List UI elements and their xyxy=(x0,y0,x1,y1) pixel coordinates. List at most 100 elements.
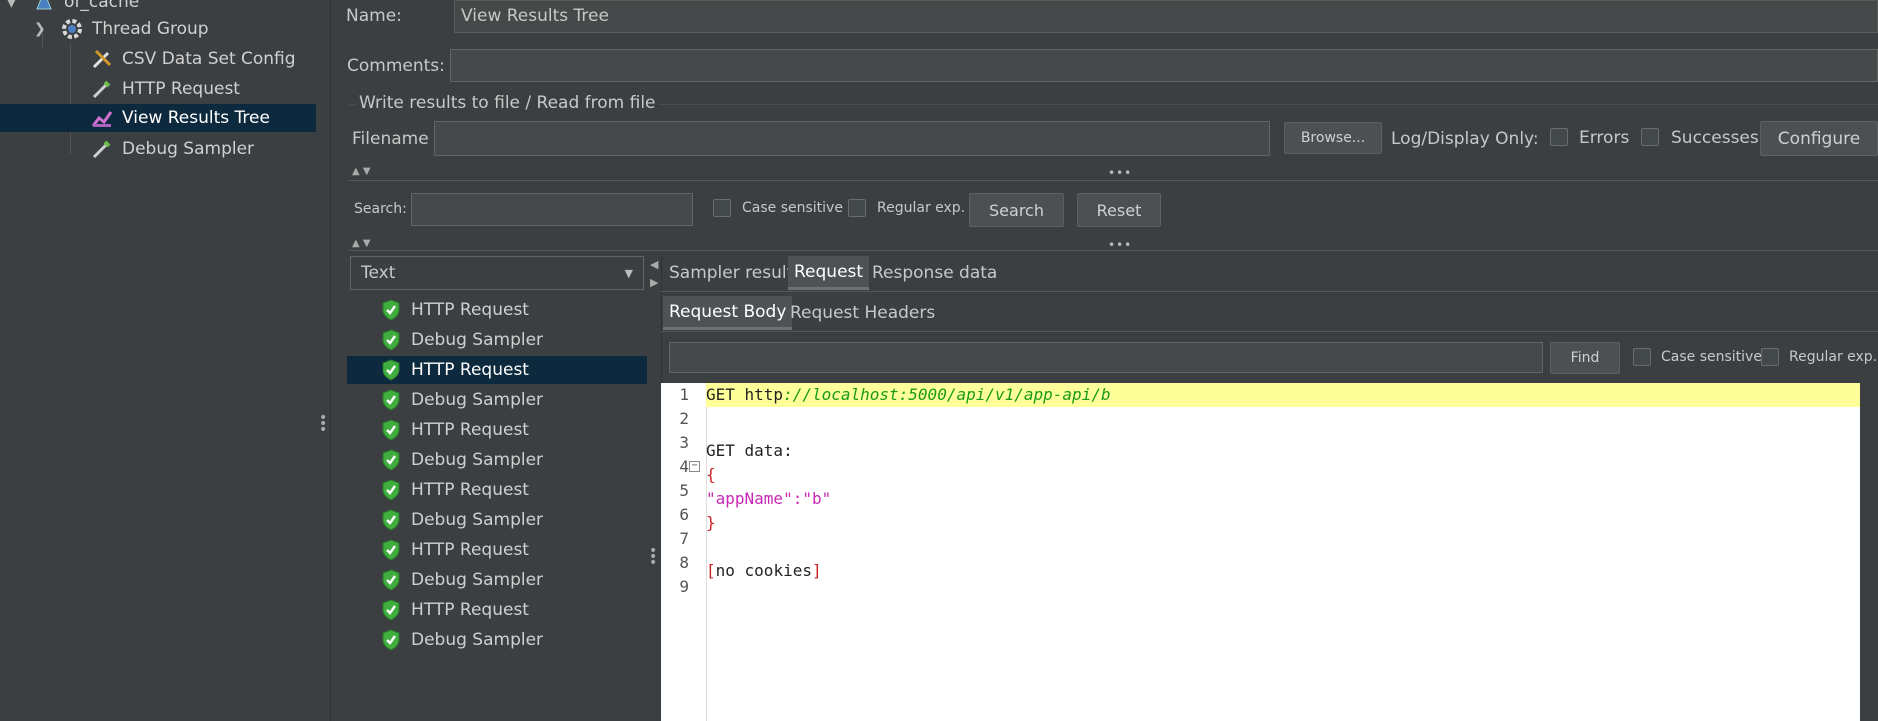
tree-item-label: of_cache xyxy=(64,0,140,12)
http-method: GET xyxy=(706,385,745,404)
result-list-item[interactable]: HTTP Request xyxy=(347,356,647,384)
result-list-item[interactable]: HTTP Request xyxy=(347,476,647,504)
line-number: 5 xyxy=(679,481,689,500)
result-item-label: HTTP Request xyxy=(411,420,529,440)
result-list-item[interactable]: HTTP Request xyxy=(347,296,647,324)
url-path: ://localhost:5000/api/v1/app-api/b xyxy=(783,385,1111,404)
success-shield-icon xyxy=(379,628,403,652)
splitter-handle-icon[interactable]: ••• xyxy=(1108,166,1132,180)
flask-icon xyxy=(32,0,56,14)
splitter-arrows-icon[interactable]: ▲ ▼ xyxy=(352,166,371,177)
find-case-sensitive-label: Case sensitive xyxy=(1661,349,1762,365)
line-number: 9 xyxy=(679,577,689,596)
comments-label: Comments: xyxy=(347,56,445,76)
tree-item-label: HTTP Request xyxy=(122,79,240,99)
chart-icon xyxy=(90,106,114,130)
case-sensitive-label: Case sensitive xyxy=(742,200,843,216)
find-case-sensitive-checkbox[interactable] xyxy=(1633,348,1651,366)
tree-item-debug-sampler[interactable]: Debug Sampler xyxy=(0,135,316,163)
fold-toggle-icon[interactable]: − xyxy=(689,461,700,472)
tab-request-headers[interactable]: Request Headers xyxy=(784,296,941,330)
vertical-splitter-handle-icon[interactable]: • • • xyxy=(649,544,657,570)
find-input[interactable] xyxy=(669,342,1543,373)
result-item-label: HTTP Request xyxy=(411,540,529,560)
name-field[interactable]: View Results Tree xyxy=(454,0,1878,33)
tree-item-label: Thread Group xyxy=(92,19,209,39)
filename-field[interactable] xyxy=(434,121,1270,156)
name-label: Name: xyxy=(346,6,402,26)
case-sensitive-checkbox[interactable] xyxy=(713,199,731,217)
vertical-splitter-handle-icon[interactable]: • • • xyxy=(319,411,327,437)
chevron-down-icon[interactable]: ▼ xyxy=(6,0,17,10)
tab-sampler-result[interactable]: Sampler result xyxy=(663,256,799,290)
comments-field[interactable] xyxy=(450,49,1878,82)
success-shield-icon xyxy=(379,418,403,442)
success-shield-icon xyxy=(379,598,403,622)
result-item-label: Debug Sampler xyxy=(411,510,544,530)
code-line-3: GET data: xyxy=(706,441,793,460)
find-regex-label: Regular exp. xyxy=(1789,349,1878,365)
result-list-item[interactable]: Debug Sampler xyxy=(347,626,647,654)
result-item-label: HTTP Request xyxy=(411,600,529,620)
bracket-open: [ xyxy=(706,561,716,580)
chevron-down-icon[interactable]: ❯ xyxy=(34,21,46,37)
errors-checkbox[interactable] xyxy=(1550,128,1568,146)
find-button[interactable]: Find xyxy=(1550,342,1620,374)
browse-button[interactable]: Browse... xyxy=(1284,122,1382,154)
splitter-arrows-icon[interactable]: ▲ ▼ xyxy=(352,238,371,249)
success-shield-icon xyxy=(379,298,403,322)
tab-request[interactable]: Request xyxy=(788,256,870,290)
regex-label: Regular exp. xyxy=(877,200,966,216)
tree-item-of-cache[interactable]: ▼ of_cache xyxy=(0,0,316,16)
successes-label: Successes xyxy=(1671,128,1759,148)
line-number: 6 xyxy=(679,505,689,524)
tab-strip-border xyxy=(661,291,1878,292)
pipette-icon xyxy=(90,77,114,101)
tree-item-label: View Results Tree xyxy=(122,108,270,128)
line-number: 7 xyxy=(679,529,689,548)
result-list-item[interactable]: Debug Sampler xyxy=(347,446,647,474)
code-line-4: { xyxy=(706,465,716,484)
result-item-label: Debug Sampler xyxy=(411,630,544,650)
renderer-selected-value: Text xyxy=(361,263,396,283)
gear-icon xyxy=(60,17,84,41)
result-item-label: HTTP Request xyxy=(411,480,529,500)
request-body-editor[interactable] xyxy=(661,383,1861,721)
result-list-item[interactable]: HTTP Request xyxy=(347,536,647,564)
configure-button[interactable]: Configure xyxy=(1760,121,1878,156)
tab-response-data[interactable]: Response data xyxy=(866,256,1003,290)
success-shield-icon xyxy=(379,568,403,592)
code-line-5: "appName":"b" xyxy=(706,489,832,508)
test-plan-tree: ▼ of_cache ❯ Thread Group CSV Data Set C… xyxy=(0,0,317,721)
search-button[interactable]: Search xyxy=(969,193,1064,227)
result-list-item[interactable]: Debug Sampler xyxy=(347,506,647,534)
errors-label: Errors xyxy=(1579,128,1630,148)
code-line-1: GET http://localhost:5000/api/v1/app-api… xyxy=(706,385,1111,404)
tree-item-view-results-tree[interactable]: View Results Tree xyxy=(0,104,316,132)
tree-item-label: Debug Sampler xyxy=(122,139,255,159)
successes-checkbox[interactable] xyxy=(1641,128,1659,146)
regex-checkbox[interactable] xyxy=(848,199,866,217)
find-regex-checkbox[interactable] xyxy=(1761,348,1779,366)
reset-button[interactable]: Reset xyxy=(1077,193,1161,227)
tree-item-http-request[interactable]: HTTP Request xyxy=(0,75,316,103)
result-list-item[interactable]: HTTP Request xyxy=(347,416,647,444)
tab-request-body[interactable]: Request Body xyxy=(663,296,793,330)
result-item-label: Debug Sampler xyxy=(411,390,544,410)
renderer-select[interactable]: Text ▼ xyxy=(350,256,644,290)
result-list-item[interactable]: Debug Sampler xyxy=(347,326,647,354)
tree-item-thread-group[interactable]: ❯ Thread Group xyxy=(0,15,316,43)
chevron-down-icon: ▼ xyxy=(624,266,633,280)
filename-label: Filename xyxy=(352,129,429,149)
editor-scrollbar[interactable] xyxy=(1860,383,1878,721)
search-input[interactable] xyxy=(411,193,693,226)
tree-item-label: CSV Data Set Config xyxy=(122,49,296,69)
tree-item-csv-data-set-config[interactable]: CSV Data Set Config xyxy=(0,45,316,73)
result-list-item[interactable]: HTTP Request xyxy=(347,596,647,624)
result-list-item[interactable]: Debug Sampler xyxy=(347,386,647,414)
success-shield-icon xyxy=(379,478,403,502)
panel-divider[interactable] xyxy=(316,0,331,721)
result-list-item[interactable]: Debug Sampler xyxy=(347,566,647,594)
no-cookies-text: no cookies xyxy=(715,561,812,580)
collapse-arrows-icon[interactable]: ◀ ▶ xyxy=(650,256,658,292)
